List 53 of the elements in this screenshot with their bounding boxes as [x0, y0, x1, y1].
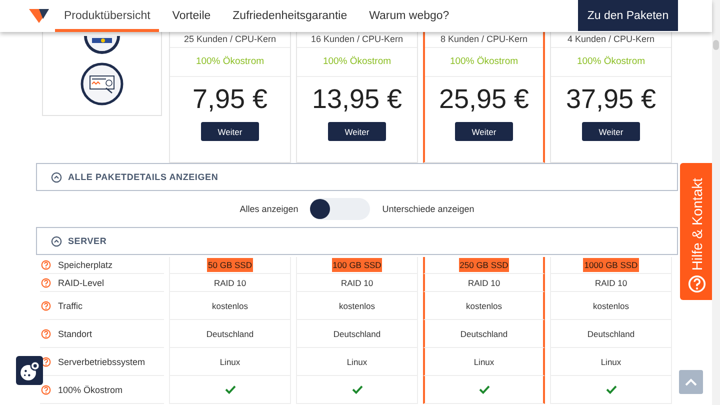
table-cell: Linux	[600, 356, 622, 366]
details-bar[interactable]: ALLE PAKETDETAILS ANZEIGEN	[36, 163, 678, 191]
nav-link[interactable]: Produktübersicht	[55, 0, 160, 32]
price-text: 7,95 €	[192, 84, 268, 115]
eco-text: 100% Ökostrom	[170, 56, 290, 77]
details-label: ALLE PAKETDETAILS ANZEIGEN	[68, 172, 218, 182]
table-cell: Deutschland	[460, 328, 508, 338]
continue-button[interactable]: Weiter	[328, 122, 386, 141]
price-text: 13,95 €	[312, 84, 402, 115]
table-cell: Deutschland	[587, 328, 635, 338]
table-cell: kostenlos	[466, 300, 502, 310]
price-text: 37,95 €	[566, 84, 656, 115]
table-cell: Linux	[346, 356, 368, 366]
table-cell: Linux	[474, 356, 494, 366]
table-cell: RAID 10	[594, 278, 628, 288]
table-cell: RAID 10	[340, 278, 374, 288]
continue-button[interactable]: Weiter	[201, 122, 259, 141]
storage-tag: 100 GB SSD	[332, 258, 382, 272]
table-cell: RAID 10	[214, 278, 246, 288]
customers-text: 4 Kunden / CPU-Kern	[551, 34, 671, 48]
table-cell: Linux	[220, 356, 240, 366]
feature-label: RAID-Level	[58, 278, 104, 288]
table-cell: kostenlos	[593, 300, 629, 310]
switch-label: Alles anzeigen	[240, 204, 298, 214]
feature-label: 100% Ökostrom	[58, 384, 123, 394]
switch-label: Unterschiede anzeigen	[382, 204, 474, 214]
storage-tag: 1000 GB SSD	[583, 258, 639, 272]
table-cell: RAID 10	[468, 278, 500, 288]
continue-button[interactable]: Weiter	[455, 122, 513, 141]
feature-label: Speicherplatz	[58, 260, 113, 270]
table-cell: kostenlos	[339, 300, 375, 310]
section-bar[interactable]: SERVER	[36, 227, 678, 255]
price-text: 25,95 €	[438, 84, 530, 115]
storage-tag: 250 GB SSD	[458, 258, 510, 272]
table-cell: kostenlos	[212, 300, 248, 310]
customers-text: 16 Kunden / CPU-Kern	[297, 34, 417, 48]
feature-label: Standort	[58, 328, 92, 338]
continue-button[interactable]: Weiter	[582, 122, 640, 141]
nav-link[interactable]: Vorteile	[163, 0, 220, 32]
table-cell: Deutschland	[206, 328, 254, 338]
eco-text: 100% Ökostrom	[425, 56, 543, 77]
feature-label: Serverbetriebssystem	[58, 356, 146, 366]
feature-label: Traffic	[58, 300, 83, 310]
nav-link[interactable]: Warum webgo?	[360, 0, 458, 32]
customers-text: 8 Kunden / CPU-Kern	[425, 34, 543, 48]
section-title: SERVER	[68, 236, 107, 246]
eco-text: 100% Ökostrom	[297, 56, 417, 77]
table-cell: Deutschland	[333, 328, 381, 338]
customers-text: 25 Kunden / CPU-Kern	[170, 34, 290, 48]
storage-tag: 50 GB SSD	[207, 258, 253, 272]
nav-link[interactable]: Zufriedenheitsgarantie	[224, 0, 356, 32]
eco-text: 100% Ökostrom	[551, 56, 671, 77]
packages-button[interactable]: Zu den Paketen	[578, 0, 678, 31]
